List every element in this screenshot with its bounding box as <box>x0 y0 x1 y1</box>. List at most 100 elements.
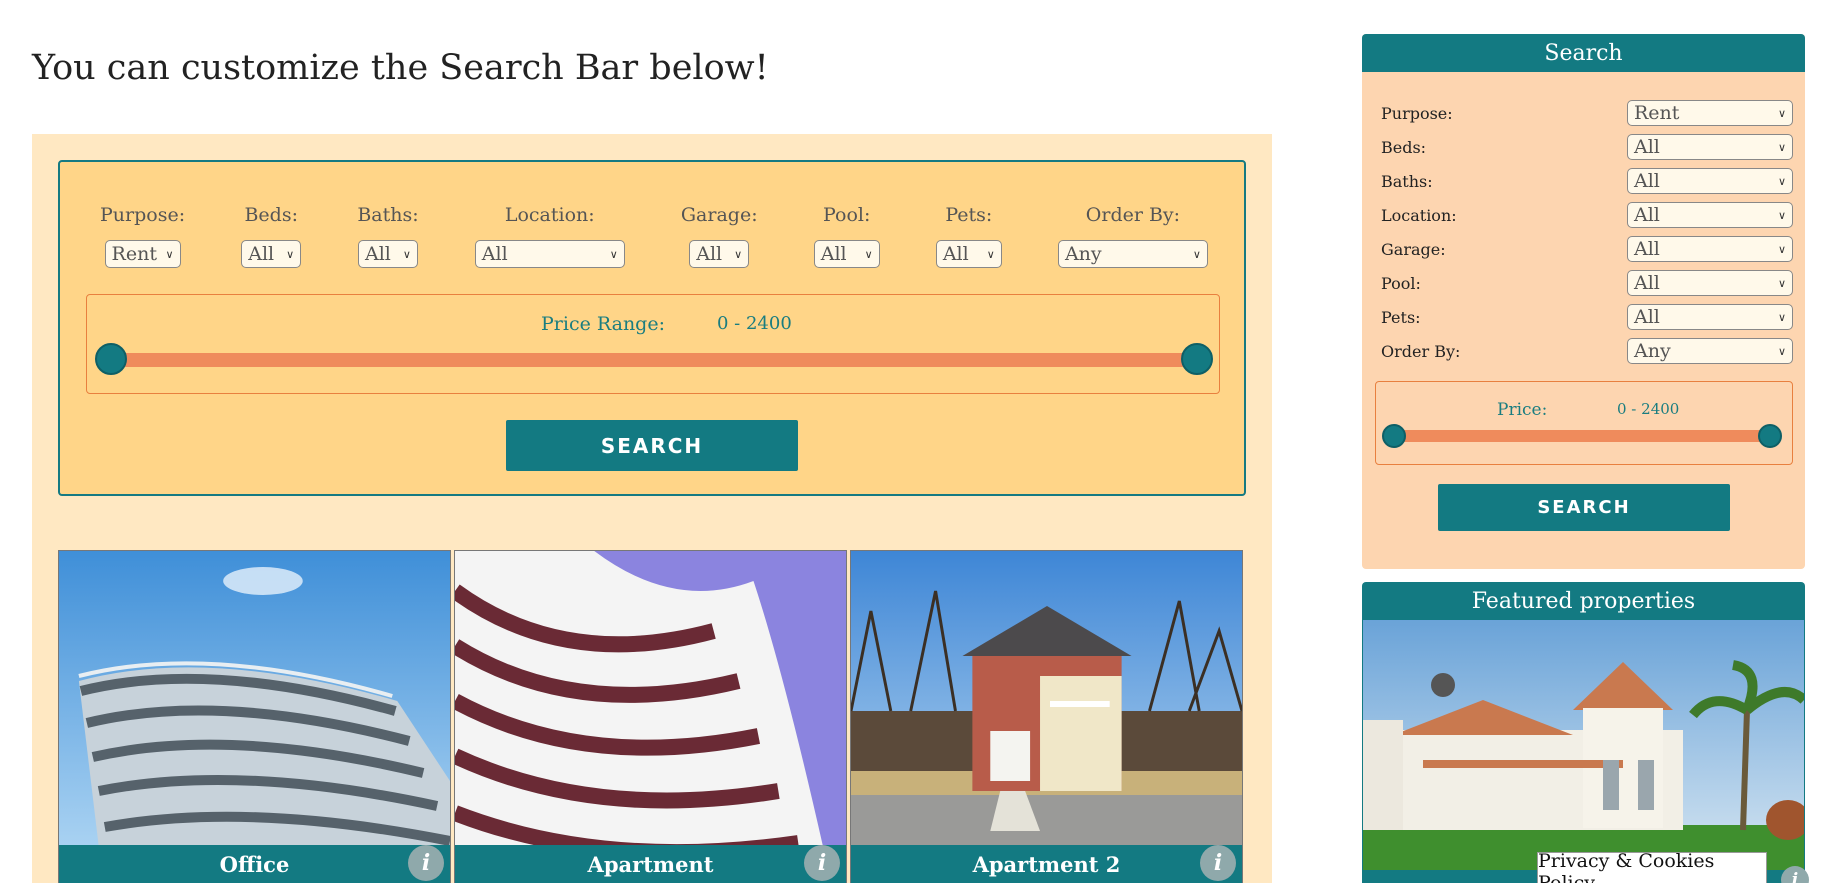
pets-select[interactable]: All ∨ <box>935 240 1002 268</box>
filter-label: Beds: <box>244 204 298 226</box>
filter-label: Pool: <box>823 204 871 226</box>
filter-label: Pets: <box>945 204 993 226</box>
pool-select[interactable]: All ∨ <box>813 240 880 268</box>
filter-pets: Pets: All ∨ <box>935 204 1002 268</box>
sidebar-search: Search Purpose: Rent ∨ Beds: All ∨ Baths: … <box>1362 34 1805 569</box>
filter-label: Purpose: <box>1381 103 1453 123</box>
property-cards: Office i Apartment i Apartment 2 i <box>58 550 1243 883</box>
featured-title: Featured properties <box>1471 588 1696 614</box>
purpose-select[interactable]: Rent ∨ <box>104 240 181 268</box>
privacy-policy-button[interactable]: Privacy & Cookies Policy <box>1537 850 1767 883</box>
sidebar-order-by-select[interactable]: Any ∨ <box>1627 338 1793 364</box>
sidebar-location-select[interactable]: All ∨ <box>1627 202 1793 228</box>
select-value: All <box>942 243 969 265</box>
select-value: All <box>820 243 847 265</box>
page-headline: You can customize the Search Bar below! <box>32 48 769 88</box>
sidebar-pets-select[interactable]: All ∨ <box>1627 304 1793 330</box>
select-value: All <box>1634 170 1660 192</box>
filter-label: Location: <box>1381 205 1457 225</box>
chevron-down-icon: ∨ <box>1192 247 1201 261</box>
price-slider-max-handle[interactable] <box>1181 343 1213 375</box>
price-range-box: Price Range: 0 - 2400 <box>86 294 1220 394</box>
select-value: All <box>1634 136 1660 158</box>
select-value: All <box>1634 272 1660 294</box>
property-title: Office <box>59 845 450 883</box>
price-slider-track[interactable] <box>111 353 1197 367</box>
filter-label: Beds: <box>1381 137 1427 157</box>
filter-beds: Beds: All ∨ <box>241 204 302 268</box>
select-value: Rent <box>1634 102 1680 124</box>
filter-label: Baths: <box>1381 171 1433 191</box>
search-button[interactable]: SEARCH <box>506 420 798 471</box>
sidebar-filter-purpose: Purpose: Rent ∨ <box>1381 100 1793 126</box>
info-icon[interactable]: i <box>804 845 840 881</box>
sidebar-baths-select[interactable]: All ∨ <box>1627 168 1793 194</box>
location-select[interactable]: All ∨ <box>474 240 625 268</box>
chevron-down-icon: ∨ <box>1777 242 1786 256</box>
select-value: All <box>1634 306 1660 328</box>
apartment-photo <box>455 551 846 847</box>
filter-location: Location: All ∨ <box>474 204 625 268</box>
sidebar-filter-location: Location: All ∨ <box>1381 202 1793 228</box>
select-value: All <box>696 243 723 265</box>
chevron-down-icon: ∨ <box>1777 310 1786 324</box>
price-slider-min-handle[interactable] <box>95 343 127 375</box>
price-range-value: 0 - 2400 <box>717 313 792 334</box>
garage-select[interactable]: All ∨ <box>689 240 750 268</box>
main-panel: Purpose: Rent ∨ Beds: All ∨ Baths: All ∨ Lo… <box>32 134 1272 883</box>
property-card-office[interactable]: Office i <box>58 550 451 883</box>
chevron-down-icon: ∨ <box>609 247 618 261</box>
filter-row: Purpose: Rent ∨ Beds: All ∨ Baths: All ∨ Lo… <box>100 204 1208 268</box>
sidebar-filter-baths: Baths: All ∨ <box>1381 168 1793 194</box>
filter-label: Purpose: <box>100 204 186 226</box>
select-value: All <box>1634 204 1660 226</box>
chevron-down-icon: ∨ <box>1777 344 1786 358</box>
beds-select[interactable]: All ∨ <box>241 240 302 268</box>
sidebar-search-title: Search <box>1362 34 1805 72</box>
filter-purpose: Purpose: Rent ∨ <box>100 204 185 268</box>
sidebar-beds-select[interactable]: All ∨ <box>1627 134 1793 160</box>
chevron-down-icon: ∨ <box>286 247 295 261</box>
filter-label: Location: <box>504 204 595 226</box>
sidebar-search-button[interactable]: SEARCH <box>1438 484 1730 531</box>
info-icon[interactable]: i <box>1200 845 1236 881</box>
filter-baths: Baths: All ∨ <box>357 204 419 268</box>
sidebar-purpose-select[interactable]: Rent ∨ <box>1627 100 1793 126</box>
select-value: Rent <box>111 243 157 265</box>
chevron-down-icon: ∨ <box>165 247 174 261</box>
chevron-down-icon: ∨ <box>986 247 995 261</box>
chevron-down-icon: ∨ <box>402 247 411 261</box>
sidebar-price-label: Price: <box>1497 400 1548 420</box>
info-icon[interactable]: i <box>408 845 444 881</box>
sidebar-pool-select[interactable]: All ∨ <box>1627 270 1793 296</box>
sidebar-filter-pool: Pool: All ∨ <box>1381 270 1793 296</box>
sidebar-price-box: Price: 0 - 2400 <box>1375 381 1793 465</box>
chevron-down-icon: ∨ <box>1777 276 1786 290</box>
order-by-select[interactable]: Any ∨ <box>1057 240 1208 268</box>
chevron-down-icon: ∨ <box>1777 106 1786 120</box>
property-card-apartment-2[interactable]: Apartment 2 i <box>850 550 1243 883</box>
chevron-down-icon: ∨ <box>1777 140 1786 154</box>
house-photo <box>851 551 1242 847</box>
sidebar-price-min-handle[interactable] <box>1382 424 1406 448</box>
select-value: All <box>1634 238 1660 260</box>
sidebar-filter-beds: Beds: All ∨ <box>1381 134 1793 160</box>
price-range-label: Price Range: <box>541 313 665 335</box>
filter-label: Order By: <box>1381 341 1461 361</box>
property-card-apartment[interactable]: Apartment i <box>454 550 847 883</box>
filter-label: Order By: <box>1085 204 1181 226</box>
sidebar-price-value: 0 - 2400 <box>1617 400 1680 418</box>
filter-label: Pets: <box>1381 307 1421 327</box>
property-title: Apartment <box>455 845 846 883</box>
baths-select[interactable]: All ∨ <box>357 240 418 268</box>
featured-villa-photo[interactable] <box>1363 620 1804 870</box>
select-value: All <box>248 243 275 265</box>
filter-order-by: Order By: Any ∨ <box>1057 204 1208 268</box>
sidebar-garage-select[interactable]: All ∨ <box>1627 236 1793 262</box>
sidebar-price-max-handle[interactable] <box>1758 424 1782 448</box>
office-photo <box>59 551 450 847</box>
filter-pool: Pool: All ∨ <box>813 204 880 268</box>
property-title: Apartment 2 <box>851 845 1242 883</box>
chevron-down-icon: ∨ <box>1777 174 1786 188</box>
sidebar-price-slider-track[interactable] <box>1394 430 1770 442</box>
